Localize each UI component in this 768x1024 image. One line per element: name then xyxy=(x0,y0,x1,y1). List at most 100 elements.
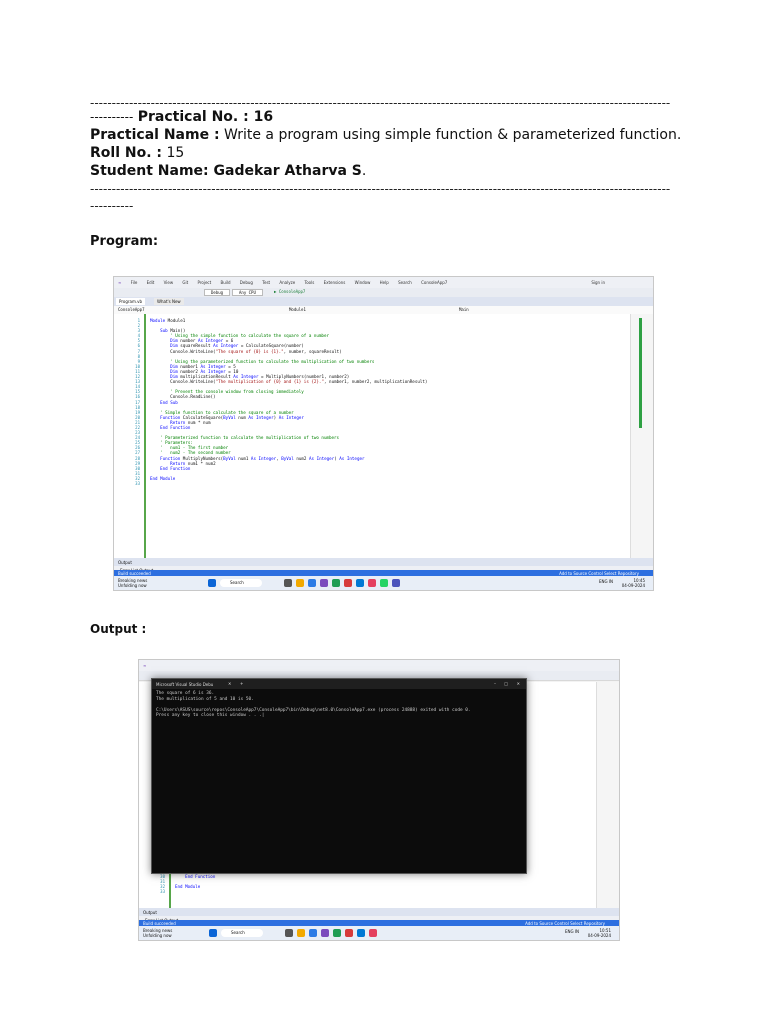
output-heading: Output : xyxy=(90,622,147,636)
windows-taskbar-2: Breaking news Unfolding now Search ENG IN… xyxy=(139,926,619,940)
instagram-icon[interactable] xyxy=(368,579,376,587)
tab-program-vb[interactable]: Program.vb xyxy=(116,298,146,305)
visual-studio-icon-2[interactable] xyxy=(321,929,329,937)
menu-git[interactable]: Git xyxy=(182,280,188,285)
close-tab-icon[interactable]: ✕ xyxy=(228,681,231,686)
roll-no-line: Roll No. : 15 xyxy=(90,145,184,162)
folder-icon-2[interactable] xyxy=(297,929,305,937)
minimize-icon[interactable]: – xyxy=(494,681,496,686)
config-dropdown[interactable]: Debug xyxy=(204,289,231,296)
menu-search[interactable]: Search xyxy=(398,280,412,285)
dash-prefix: ---------- xyxy=(90,110,134,124)
office-icon[interactable] xyxy=(344,579,352,587)
line-numbers: 1 2 3 4 5 6 7 8 9 10 11 12 13 14 15 16 1… xyxy=(135,318,140,486)
edge-icon[interactable] xyxy=(308,579,316,587)
nav-member-dropdown[interactable]: Main xyxy=(459,307,469,312)
language-indicator-2[interactable]: ENG IN xyxy=(565,929,579,934)
taskbar-search[interactable]: Search xyxy=(220,579,262,587)
console-output: The square of 6 is 36. The multiplicatio… xyxy=(156,691,471,719)
output-panel-header-2: Output xyxy=(139,908,619,916)
practical-name-line: Practical Name : Write a program using s… xyxy=(90,127,681,144)
office-icon-2[interactable] xyxy=(345,929,353,937)
new-tab-icon[interactable]: + xyxy=(240,681,243,686)
nav-project-dropdown[interactable]: ConsoleApp7 xyxy=(118,307,145,312)
menu-edit[interactable]: Edit xyxy=(147,280,155,285)
program-screenshot: ∞ File Edit View Git Project Build Debug… xyxy=(113,276,654,591)
vs-title-bar: ∞ File Edit View Git Project Build Debug… xyxy=(114,277,653,288)
menu-tools[interactable]: Tools xyxy=(304,280,314,285)
menu-test[interactable]: Test xyxy=(262,280,270,285)
clock-date-2: 04-09-2024 xyxy=(587,933,611,938)
app-icon[interactable] xyxy=(284,579,292,587)
code-end-module: End Module xyxy=(175,884,201,890)
platform-dropdown[interactable]: Any CPU xyxy=(232,289,263,296)
code-editor[interactable]: 1 2 3 4 5 6 7 8 9 10 11 12 13 14 15 16 1… xyxy=(114,314,631,558)
news-widget[interactable]: Breaking news Unfolding now xyxy=(118,578,147,588)
output-panel-title: Output xyxy=(118,560,132,565)
student-name-suffix: . xyxy=(361,163,367,179)
code-end-function: End Function xyxy=(175,874,216,879)
student-name: Student Name: Gadekar Atharva S xyxy=(90,163,362,179)
clock[interactable]: 10:45 04-09-2024 xyxy=(622,578,645,588)
windows-taskbar: Breaking news Unfolding now Search ENG IN… xyxy=(114,576,653,590)
clock-2[interactable]: 10:51 04-09-2024 xyxy=(588,928,611,938)
student-name-line: Student Name: Gadekar Atharva S. xyxy=(90,163,366,180)
console-title-bar: Microsoft Visual Studio Debu ✕ + – □ ✕ xyxy=(152,679,526,689)
chrome-icon[interactable] xyxy=(332,579,340,587)
language-indicator[interactable]: ENG IN xyxy=(599,579,613,584)
folder-icon[interactable] xyxy=(296,579,304,587)
visual-studio-icon[interactable] xyxy=(320,579,328,587)
start-icon-2[interactable] xyxy=(209,929,217,937)
menu-debug[interactable]: Debug xyxy=(240,280,253,285)
tab-whats-new[interactable]: What's New xyxy=(154,298,184,305)
console-title: Microsoft Visual Studio Debu xyxy=(156,682,214,687)
practical-name-label: Practical Name : xyxy=(90,127,220,143)
mail-icon-2[interactable] xyxy=(357,929,365,937)
line-numbers-2: 30 31 32 33 xyxy=(160,874,165,895)
nav-module-dropdown[interactable]: Module1 xyxy=(289,307,306,312)
menu-view[interactable]: View xyxy=(164,280,174,285)
menu-project[interactable]: Project xyxy=(197,280,211,285)
teams-icon[interactable] xyxy=(392,579,400,587)
run-button[interactable]: ▶ ConsoleApp7 xyxy=(274,289,305,294)
vs-logo-icon-2: ∞ xyxy=(143,663,147,668)
vs-title-bar-2: ∞ xyxy=(139,660,619,671)
menu-extensions[interactable]: Extensions xyxy=(324,280,346,285)
vertical-scrollbar[interactable] xyxy=(630,314,653,558)
chrome-icon-2[interactable] xyxy=(333,929,341,937)
practical-no-line: ---------- Practical No. : 16 xyxy=(90,109,273,126)
start-icon[interactable] xyxy=(208,579,216,587)
scrollbar-indicator xyxy=(639,318,642,428)
mail-icon[interactable] xyxy=(356,579,364,587)
app-icon-2[interactable] xyxy=(285,929,293,937)
close-icon[interactable]: ✕ xyxy=(517,681,520,686)
edge-icon-2[interactable] xyxy=(309,929,317,937)
menu-help[interactable]: Help xyxy=(380,280,389,285)
code-text: Module Module1 Sub Main() ' Using the si… xyxy=(150,318,427,486)
sign-in-link[interactable]: Sign in xyxy=(591,280,605,285)
whatsapp-icon[interactable] xyxy=(380,579,388,587)
menu-build[interactable]: Build xyxy=(220,280,230,285)
menu-window[interactable]: Window xyxy=(355,280,371,285)
practical-no: Practical No. : 16 xyxy=(137,109,274,125)
taskbar-search-2[interactable]: Search xyxy=(221,929,263,937)
instagram-icon-2[interactable] xyxy=(369,929,377,937)
code-line: Console.WriteLine("The multiplication of… xyxy=(170,379,428,385)
separator-line-2: ----------------------------------------… xyxy=(90,182,670,196)
maximize-icon[interactable]: □ xyxy=(504,681,508,686)
menu-file[interactable]: File xyxy=(131,280,138,285)
roll-no-label: Roll No. : xyxy=(90,145,162,161)
separator-line-3: ---------- xyxy=(90,199,134,213)
vertical-scrollbar-2[interactable] xyxy=(596,682,619,908)
change-bar xyxy=(144,314,146,558)
document-tabs: Program.vb What's New xyxy=(114,297,653,306)
solution-name: ConsoleApp7 xyxy=(421,280,448,285)
roll-no-value: 15 xyxy=(166,145,185,161)
program-heading: Program: xyxy=(90,234,159,249)
news-subtitle-2: Unfolding now xyxy=(143,933,172,938)
news-widget-2[interactable]: Breaking news Unfolding now xyxy=(143,928,172,938)
console-window[interactable]: Microsoft Visual Studio Debu ✕ + – □ ✕ T… xyxy=(151,678,527,874)
menu-analyze[interactable]: Analyze xyxy=(279,280,295,285)
separator-line: ----------------------------------------… xyxy=(90,96,670,110)
